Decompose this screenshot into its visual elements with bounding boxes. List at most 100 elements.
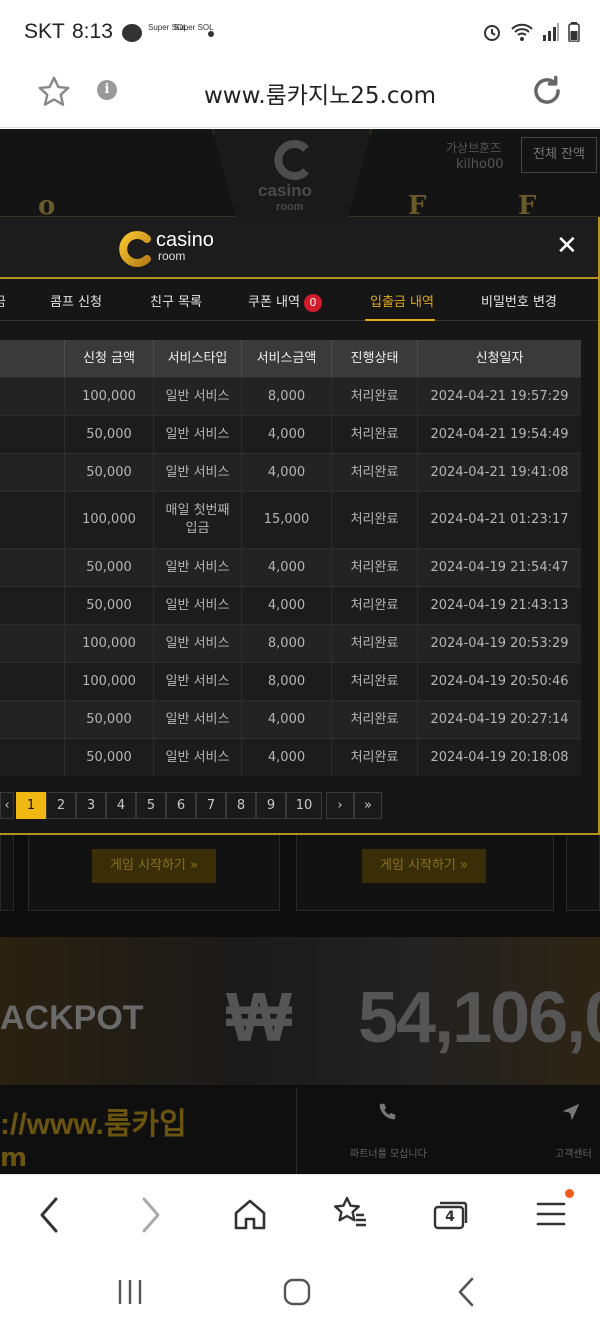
back-icon[interactable]: [36, 1195, 62, 1235]
cell-service-amount: 4,000: [241, 416, 331, 453]
modal-logo-sub: room: [158, 249, 186, 263]
partner-recruit-link[interactable]: 파트너를 모십니다: [350, 1145, 427, 1160]
cell-status: 처리완료: [331, 492, 417, 548]
menu-notification-dot-icon: [565, 1189, 574, 1198]
clock: 8:13: [72, 20, 113, 43]
cell-service-amount: 4,000: [241, 739, 331, 776]
carrier-label: SKT: [24, 20, 65, 43]
url-text[interactable]: www.룸카지노25.com: [150, 76, 490, 110]
history-modal: casino room ✕ 금 콤프 신청 친구 목록 쿠폰 내역0 입출금 내…: [0, 217, 600, 835]
page-prev-button[interactable]: ‹: [0, 792, 14, 819]
cell-status: 처리완료: [331, 416, 417, 453]
android-back-icon[interactable]: [455, 1276, 477, 1308]
table-row: 50,000 일반 서비스 4,000 처리완료 2024-04-19 20:27:14: [0, 700, 581, 738]
page-button-5[interactable]: 5: [136, 792, 166, 819]
status-icons: [482, 22, 580, 42]
bookmarks-icon[interactable]: [332, 1195, 368, 1231]
total-balance-button[interactable]: 전체 잔액: [521, 137, 597, 173]
tab-change-password[interactable]: 비밀번호 변경: [481, 291, 557, 310]
browser-bottom-nav: 4: [0, 1174, 600, 1254]
tab-coupon-history[interactable]: 쿠폰 내역 0: [248, 291, 322, 312]
cell-request-date: 2024-04-19 20:50:46: [417, 663, 581, 700]
col-service-type: 서비스타입: [153, 340, 241, 377]
page-button-4[interactable]: 4: [106, 792, 136, 819]
customer-center-link[interactable]: 고객센터: [555, 1145, 592, 1160]
active-tab-underline: [365, 319, 435, 321]
cell-status: 처리완료: [331, 587, 417, 624]
android-nav-bar: [0, 1254, 600, 1333]
cell-service-type: 일반 서비스: [153, 454, 241, 491]
cell-service-type: 일반 서비스: [153, 416, 241, 453]
casino-room-logo-icon: [119, 231, 151, 267]
cell-status: 처리완료: [331, 625, 417, 662]
table-row: 100,000 매일 첫번째 입금 15,000 처리완료 2024-04-21 01:…: [0, 491, 581, 548]
page-button-9[interactable]: 9: [256, 792, 286, 819]
page-button-8[interactable]: 8: [226, 792, 256, 819]
col-request-date: 신청일자: [417, 340, 581, 377]
page-next-button[interactable]: ›: [326, 792, 354, 819]
menu-icon[interactable]: [536, 1199, 566, 1229]
table-row: 100,000 일반 서비스 8,000 처리완료 2024-04-19 20:53:2…: [0, 624, 581, 662]
game-start-button-2[interactable]: 게임 시작하기 »: [362, 849, 486, 883]
coupon-count-badge: 0: [303, 293, 322, 312]
android-home-icon[interactable]: [283, 1278, 311, 1306]
cell-service-type: 일반 서비스: [153, 549, 241, 586]
cell-request-date: 2024-04-19 20:53:29: [417, 625, 581, 662]
cell-service-type: 일반 서비스: [153, 701, 241, 738]
cell-status: 처리완료: [331, 549, 417, 586]
game-panel-left-edge: [0, 829, 14, 911]
cell-status: 처리완료: [331, 454, 417, 491]
tab-deposit-history[interactable]: 입출금 내역: [370, 291, 434, 310]
casino-logo-icon: [274, 140, 309, 180]
page-button-7[interactable]: 7: [196, 792, 226, 819]
cell-request-date: 2024-04-21 01:23:17: [417, 492, 581, 548]
page-button-10[interactable]: 10: [286, 792, 322, 819]
cell-service-type: 일반 서비스: [153, 587, 241, 624]
table-row: 50,000 일반 서비스 4,000 처리완료 2024-04-21 19:41:08: [0, 453, 581, 491]
site-logo-sub: room: [276, 201, 304, 213]
tab-comp-request[interactable]: 콤프 신청: [50, 291, 102, 310]
page-last-button[interactable]: »: [354, 792, 382, 819]
col-status: 진행상태: [331, 340, 417, 377]
phone-icon[interactable]: [376, 1101, 398, 1123]
footer-strip: ://www.룸카입 m 파트너를 모십니다 고객센터: [0, 1087, 600, 1174]
game-panel-right-edge: [566, 829, 600, 911]
signal-icon: [543, 23, 559, 41]
tab-prev-cutoff[interactable]: 금: [0, 291, 6, 310]
page-button-3[interactable]: 3: [76, 792, 106, 819]
home-icon[interactable]: [232, 1197, 268, 1231]
cell-service-amount: 4,000: [241, 454, 331, 491]
table-row: 100,000 일반 서비스 8,000 처리완료 2024-04-21 19:57:2…: [0, 377, 581, 415]
cell-request-date: 2024-04-19 21:54:47: [417, 549, 581, 586]
cell-cutoff: [0, 625, 64, 662]
bookmark-star-icon[interactable]: [36, 74, 72, 110]
cell-service-amount: 8,000: [241, 663, 331, 700]
col-request-amount: 신청 금액: [64, 340, 153, 377]
recent-apps-icon[interactable]: [116, 1278, 144, 1306]
cell-service-type: 일반 서비스: [153, 378, 241, 415]
cell-service-amount: 4,000: [241, 701, 331, 738]
cell-request-amount: 100,000: [64, 378, 153, 415]
site-logo-text: casino: [258, 181, 312, 200]
cell-cutoff: [0, 378, 64, 415]
cell-service-type: 일반 서비스: [153, 739, 241, 776]
page-button-1[interactable]: 1: [16, 792, 46, 819]
table-row: 100,000 일반 서비스 8,000 처리완료 2024-04-19 20:50:4…: [0, 662, 581, 700]
reload-icon[interactable]: [528, 72, 566, 110]
page-button-6[interactable]: 6: [166, 792, 196, 819]
site-info-icon[interactable]: i: [97, 80, 117, 100]
notification-dot-icon: [208, 31, 214, 37]
browser-url-bar: i www.룸카지노25.com: [0, 66, 600, 128]
tab-coupon-label: 쿠폰 내역: [248, 295, 300, 310]
page-button-2[interactable]: 2: [46, 792, 76, 819]
forward-icon[interactable]: [138, 1195, 164, 1235]
send-icon[interactable]: [560, 1101, 582, 1123]
cell-request-date: 2024-04-19 20:18:08: [417, 739, 581, 776]
cell-request-amount: 100,000: [64, 625, 153, 662]
game-start-button-1[interactable]: 게임 시작하기 »: [92, 849, 216, 883]
cell-request-amount: 50,000: [64, 739, 153, 776]
cell-status: 처리완료: [331, 739, 417, 776]
close-icon[interactable]: ✕: [556, 231, 578, 261]
vu-label: 가상브훈즈: [446, 141, 502, 155]
tab-friend-list[interactable]: 친구 목록: [150, 291, 202, 310]
